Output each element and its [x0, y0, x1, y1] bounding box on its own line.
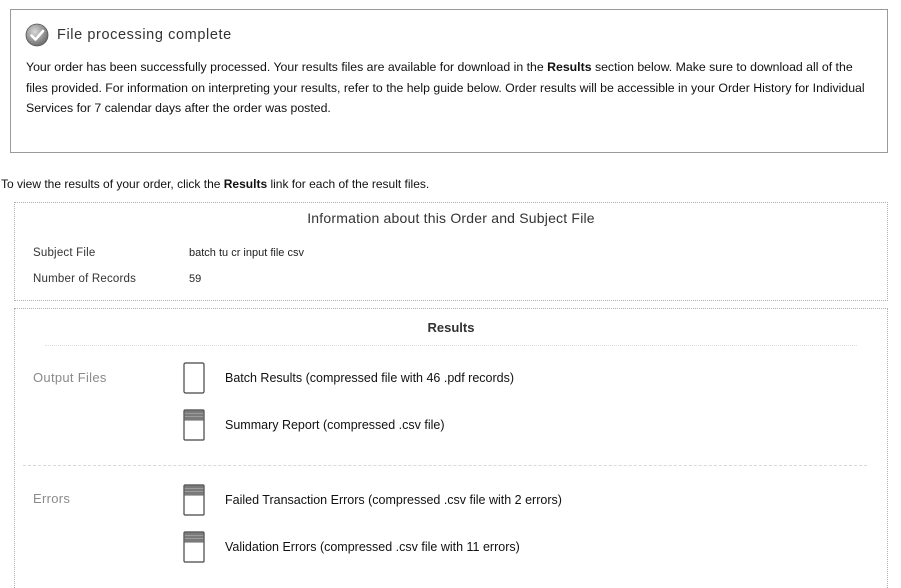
results-panel: Results Output Files Batch Results (comp…	[14, 308, 888, 588]
validation-errors-label: Validation Errors (compressed .csv file …	[225, 540, 520, 554]
order-info-title: Information about this Order and Subject…	[307, 210, 595, 226]
order-info-panel: Information about this Order and Subject…	[14, 202, 888, 301]
notice-message-text: Your order has been successfully process…	[26, 60, 548, 74]
batch-results-label: Batch Results (compressed file with 46 .…	[225, 371, 515, 385]
instruction-text: To view the results of your order, click…	[1, 176, 429, 192]
records-value: 59	[189, 273, 202, 285]
subject-file-label: Subject File	[33, 247, 96, 259]
results-title-rule	[45, 345, 857, 346]
failed-transaction-errors-link[interactable]: Failed Transaction Errors (compressed .c…	[183, 483, 562, 517]
document-icon	[183, 362, 205, 394]
instruction-part-2: link for each of the result files.	[267, 177, 430, 191]
spreadsheet-icon	[183, 531, 205, 563]
spreadsheet-icon	[183, 484, 205, 516]
output-files-label: Output Files	[33, 370, 107, 385]
notice-message-bold: Results	[547, 60, 592, 74]
notice-header: File processing complete	[25, 22, 232, 48]
spreadsheet-icon	[183, 409, 205, 441]
summary-report-label: Summary Report (compressed .csv file)	[225, 418, 445, 432]
validation-errors-link[interactable]: Validation Errors (compressed .csv file …	[183, 530, 520, 564]
failed-transaction-errors-label: Failed Transaction Errors (compressed .c…	[225, 493, 562, 507]
records-label: Number of Records	[33, 273, 137, 285]
batch-results-link[interactable]: Batch Results (compressed file with 46 .…	[183, 361, 514, 395]
subject-file-value: batch tu cr input file csv	[189, 247, 304, 259]
results-title: Results	[427, 320, 475, 335]
checkmark-circle-icon	[25, 23, 49, 47]
results-divider	[23, 465, 867, 466]
notice-message: Your order has been successfully process…	[26, 57, 876, 119]
notice-title: File processing complete	[57, 27, 232, 43]
instruction-bold: Results	[223, 177, 268, 191]
instruction-part: To view the results of your order, click…	[1, 177, 224, 191]
errors-label: Errors	[33, 491, 71, 506]
completion-notice: File processing complete Your order has …	[10, 9, 888, 153]
summary-report-link[interactable]: Summary Report (compressed .csv file)	[183, 408, 445, 442]
